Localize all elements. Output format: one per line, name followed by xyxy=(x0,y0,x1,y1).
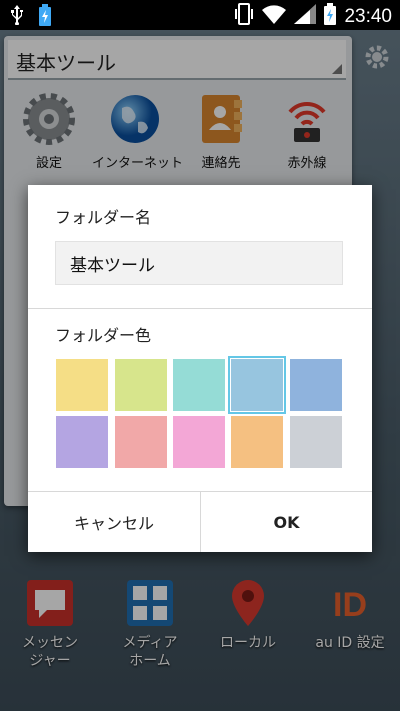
color-swatch-pink[interactable] xyxy=(173,416,225,468)
color-swatch-lightblue[interactable] xyxy=(228,356,286,414)
wifi-icon xyxy=(262,4,287,29)
folder-color-label: フォルダー色 xyxy=(55,326,152,345)
battery-notify-icon xyxy=(38,4,52,31)
signal-icon xyxy=(294,4,317,29)
battery-charging-icon xyxy=(324,3,337,30)
color-swatch-yellow[interactable] xyxy=(56,359,108,411)
divider xyxy=(28,308,372,309)
color-swatch-aqua[interactable] xyxy=(173,359,225,411)
cancel-button[interactable]: キャンセル xyxy=(28,491,200,552)
color-swatch-lime[interactable] xyxy=(115,359,167,411)
status-bar: 23:40 xyxy=(0,0,400,30)
folder-name-label: フォルダー名 xyxy=(55,208,152,227)
color-swatch-gray[interactable] xyxy=(290,416,342,468)
clock: 23:40 xyxy=(344,5,392,27)
folder-name-input[interactable] xyxy=(55,241,343,285)
color-swatch-blue[interactable] xyxy=(290,359,342,411)
color-swatch-orange[interactable] xyxy=(231,416,283,468)
color-swatch-salmon[interactable] xyxy=(115,416,167,468)
ok-button[interactable]: OK xyxy=(200,491,372,552)
vibrate-icon xyxy=(234,3,254,30)
usb-icon xyxy=(10,5,24,30)
folder-settings-dialog: フォルダー名 フォルダー色 キャンセル OK xyxy=(28,185,372,552)
color-swatch-lavender[interactable] xyxy=(56,416,108,468)
